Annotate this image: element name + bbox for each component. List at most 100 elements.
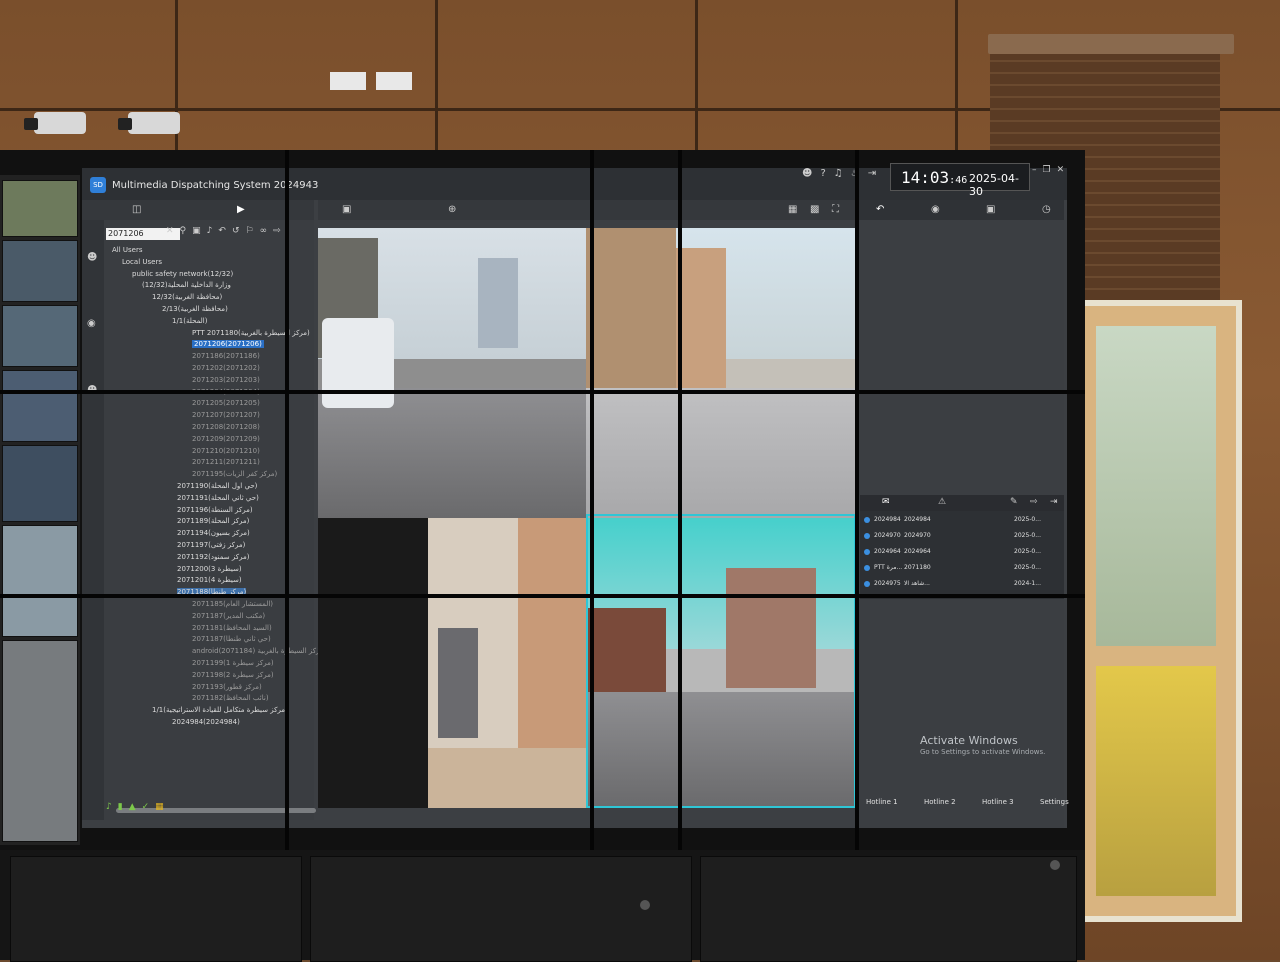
tree-item[interactable]: 2071201(سيطرة 4) [177, 576, 242, 584]
volume-icon[interactable]: ♫ [834, 168, 843, 186]
message-row[interactable]: PTT مرة... 2071180 2025-0... [864, 564, 1041, 571]
settings-button[interactable]: Settings [1040, 798, 1069, 806]
tree-item[interactable]: 2071187(حي ثاني طنطا) [192, 635, 271, 643]
tree-item[interactable]: 2071198(مركز سيطرة 2) [192, 671, 274, 679]
fullscreen-icon[interactable]: ⛶ [832, 204, 839, 215]
hotline-3-button[interactable]: Hotline 3 [982, 798, 1014, 806]
message-id: 2071180 [904, 564, 931, 571]
help-icon[interactable]: ? [820, 168, 825, 186]
alert-icon[interactable]: ⚠ [938, 497, 946, 507]
tree-item[interactable]: android(2071184) مركز السيطرة بالغربية [192, 647, 324, 655]
tree-item[interactable]: 2071181(السيد المحافظ) [192, 624, 272, 632]
tree-item[interactable]: All Users [112, 246, 143, 254]
tree-item[interactable]: 2071200(سيطرة 3) [177, 565, 242, 573]
search-actions: ✕ ⚲ ▣ ♪ ↶ ↺ ⚐ ∞ ⇨ [166, 226, 281, 236]
tree-item[interactable]: 2071206(2071206) [192, 340, 264, 349]
tree-item[interactable]: وزارة الداخلية المحلية(12/32) [142, 281, 231, 289]
video-tab-icon[interactable]: ▣ [986, 204, 995, 215]
message-date: 2025-0... [1014, 548, 1041, 555]
microphone-icon[interactable]: ♪ [106, 802, 112, 812]
monitor-icon[interactable]: ▣ [342, 204, 351, 215]
tree-item[interactable]: 12/32(محافظة الغربية) [152, 293, 222, 301]
callback-icon[interactable]: ↶ [218, 226, 226, 236]
screen-bezel [590, 150, 594, 850]
grid-icon[interactable]: ▦ [155, 802, 164, 812]
tree-item[interactable]: 2071189(مركز المحلة) [177, 517, 249, 525]
tree-item[interactable]: 2024984(2024984) [172, 718, 240, 726]
layout-icon[interactable]: ▦ [788, 204, 797, 215]
window-glass [1096, 326, 1216, 646]
user-icon[interactable]: ☻ [802, 168, 812, 186]
tree-item[interactable]: 1/1(مركز سيطرة متكامل للقيادة الاستراتيج… [152, 706, 288, 714]
clock-hours-minutes: 14:03 [901, 168, 950, 187]
tree-item[interactable]: Local Users [122, 258, 162, 266]
link-icon[interactable]: ∞ [260, 226, 268, 236]
add-icon[interactable]: ⊕ [448, 204, 456, 215]
message-row[interactable]: 2024984 2024984 2025-0... [864, 516, 1041, 523]
minimize-icon[interactable]: – [1032, 165, 1037, 175]
hotline-1-button[interactable]: Hotline 1 [866, 798, 898, 806]
video-feed-3[interactable] [318, 518, 586, 808]
tree-item[interactable]: 2071196(مركز السنطة) [177, 506, 253, 514]
video-feed-2[interactable] [586, 228, 856, 518]
message-tabs: ✉ ⚠ ✎ ⇨ ⇥ [860, 495, 1064, 511]
hotline-2-button[interactable]: Hotline 2 [924, 798, 956, 806]
tree-item[interactable]: 2071193(مركز قطور) [192, 683, 262, 691]
tree-item[interactable]: 2071210(2071210) [192, 447, 260, 455]
forward-icon[interactable]: ⇨ [1030, 497, 1038, 507]
tree-item[interactable]: 2071186(2071186) [192, 352, 260, 360]
tree-item[interactable]: 2071191(حي ثاني المحلة) [177, 494, 259, 502]
message-id: شاهد الا... [904, 580, 930, 587]
message-row[interactable]: 2024975 شاهد الا... 2024-1... [864, 580, 1041, 587]
person-icon[interactable]: ☻ [87, 252, 97, 263]
wall-panel-seam [695, 0, 698, 150]
mail-icon[interactable]: ✉ [882, 497, 890, 507]
tree-item[interactable]: 2071209(2071209) [192, 435, 260, 443]
message-row[interactable]: 2024970 2024970 2025-0... [864, 532, 1041, 539]
video-call-icon[interactable]: ▣ [192, 226, 201, 236]
clear-icon[interactable]: ✕ [166, 226, 174, 236]
system-icons: ☻ ? ♫ ♨ ⇥ [802, 168, 876, 186]
feed-ground [428, 748, 586, 808]
tree-item[interactable]: 2071182(نائب المحافظ) [192, 694, 269, 702]
tree-item[interactable]: 2071211(2071211) [192, 458, 260, 466]
locate-icon[interactable]: ⚐ [246, 226, 254, 236]
export-icon[interactable]: ⇨ [273, 226, 281, 236]
tree-item[interactable]: public safety network(12/32) [132, 270, 233, 278]
tree-item[interactable]: 2071208(2071208) [192, 423, 260, 431]
tree-item[interactable]: 2071194(مركز بسيون) [177, 529, 250, 537]
microphone-icon[interactable]: ♪ [207, 226, 213, 236]
tree-item[interactable]: 2071207(2071207) [192, 411, 260, 419]
search-icon[interactable]: ⚲ [180, 226, 187, 236]
call-tab-icon[interactable]: ↶ [876, 204, 884, 215]
tree-item[interactable]: 2071187(مكتب المدير) [192, 612, 265, 620]
tree-item[interactable]: 2071195(مركز كفر الزيات) [192, 470, 277, 478]
close-icon[interactable]: ✕ [1057, 165, 1065, 175]
history-tab-icon[interactable]: ◷ [1042, 204, 1051, 215]
compose-icon[interactable]: ✎ [1010, 497, 1018, 507]
tree-item[interactable]: 2071199(مركز سيطرة 1) [192, 659, 274, 667]
tree-item[interactable]: 2071197(مركز زفتى) [177, 541, 245, 549]
tree-item[interactable]: PTT 2071180(مركز السيطرة بالغربية) [192, 329, 310, 337]
tree-item[interactable]: 2071192(مركز سمنود) [177, 553, 249, 561]
transfer-icon[interactable]: ↺ [232, 226, 240, 236]
tree-item[interactable]: 1/1(المحلة) [172, 317, 207, 325]
video-feed-1[interactable] [318, 228, 586, 518]
target-icon[interactable]: ◉ [87, 318, 96, 329]
video-tab-icon[interactable]: ▶ [237, 204, 245, 215]
logout-icon[interactable]: ⇥ [868, 168, 876, 186]
message-row[interactable]: 2024964 2024964 2025-0... [864, 548, 1041, 555]
export-icon[interactable]: ⇥ [1050, 497, 1058, 507]
tree-item[interactable]: 2071185(المستشار العام) [192, 600, 273, 608]
contacts-tab-icon[interactable]: ◫ [132, 204, 141, 215]
tree-item[interactable]: 2071203(2071203) [192, 376, 260, 384]
restore-icon[interactable]: ❐ [1043, 165, 1051, 175]
camera-tab-icon[interactable]: ◉ [931, 204, 940, 215]
tree-item[interactable]: 2/13(محافظة الغربية) [162, 305, 228, 313]
tree-item[interactable]: 2071205(2071205) [192, 399, 260, 407]
grid-icon[interactable]: ▩ [810, 204, 819, 215]
clock-display: 14:03:46 2025-04-30 [890, 163, 1030, 198]
tree-item[interactable]: 2071190(حي اول المحلة) [177, 482, 257, 490]
tree-item[interactable]: 2071202(2071202) [192, 364, 260, 372]
screen-bezel [0, 594, 1085, 598]
